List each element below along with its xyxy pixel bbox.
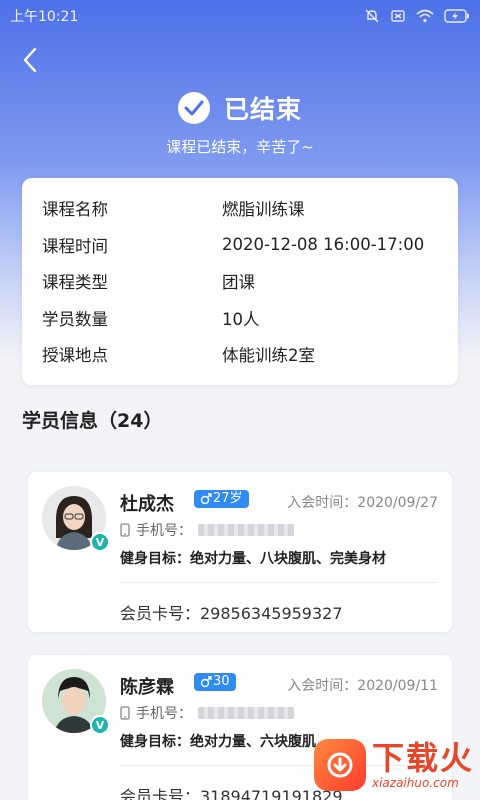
phone-icon	[120, 706, 130, 720]
status-icons	[364, 8, 470, 24]
watermark-logo-icon	[313, 739, 366, 791]
course-info-row: 学员数量 10人	[42, 300, 438, 337]
watermark-title: 下载火	[371, 739, 474, 777]
course-info-card: 课程名称 燃脂训练课 课程时间 2020-12-08 16:00-17:00 课…	[22, 178, 458, 385]
phone-label: 手机号：	[136, 523, 192, 539]
phone-number-masked	[198, 707, 294, 719]
check-circle-icon	[177, 92, 210, 124]
wifi-icon	[416, 9, 434, 23]
info-value: 体能训练2室	[222, 346, 315, 366]
member-age: 30	[213, 674, 230, 689]
phone-label: 手机号：	[136, 706, 192, 722]
course-info-row: 课程时间 2020-12-08 16:00-17:00	[42, 227, 438, 264]
info-value: 10人	[222, 309, 260, 329]
divider	[120, 582, 438, 583]
info-value: 2020-12-08 16:00-17:00	[222, 235, 425, 255]
member-name: 杜成杰	[120, 494, 174, 515]
phone-number-masked	[198, 524, 294, 536]
gender-age-tag: 27岁	[194, 490, 249, 508]
back-button[interactable]	[14, 44, 46, 76]
member-name: 陈彦霖	[120, 677, 174, 698]
page-title-row: 已结束	[0, 90, 480, 126]
fitness-goal: 健身目标：绝对力量、八块腹肌、完美身材	[120, 551, 386, 567]
verified-badge: V	[90, 532, 110, 552]
info-value: 燃脂训练课	[222, 200, 305, 220]
watermark: 下载火 xiazaihuo.com	[280, 730, 480, 800]
page-subtitle: 课程已结束，辛苦了~	[166, 138, 314, 156]
members-section-title: 学员信息（24）	[22, 410, 163, 432]
join-time: 入会时间：2020/09/11	[287, 678, 438, 694]
member-age: 27岁	[213, 491, 243, 506]
watermark-text: 下载火 xiazaihuo.com	[372, 740, 474, 790]
mute-bell-icon	[365, 9, 379, 23]
info-value: 团课	[222, 273, 255, 293]
member-card-number: 会员卡号：29856345959327	[120, 604, 343, 623]
info-key: 学员数量	[42, 309, 108, 329]
phone-row: 手机号：	[120, 520, 294, 540]
info-key: 课程时间	[42, 236, 108, 256]
info-key: 课程名称	[42, 200, 108, 220]
status-bar: 上午10:21	[0, 0, 480, 32]
watermark-domain: xiazaihuo.com	[371, 776, 459, 790]
verified-badge: V	[90, 715, 110, 735]
sim-off-icon	[391, 10, 405, 22]
course-info-row: 授课地点 体能训练2室	[42, 336, 438, 373]
member-card[interactable]: V 杜成杰 27岁 入会时间：2020/09/27 手机号： 健身目标：绝对力量…	[28, 472, 452, 632]
info-key: 课程类型	[42, 273, 108, 293]
status-time: 上午10:21	[10, 9, 79, 25]
male-icon	[200, 493, 212, 505]
avatar[interactable]: V	[42, 486, 110, 552]
course-info-row: 课程名称 燃脂训练课	[42, 190, 438, 227]
gender-age-tag: 30	[194, 673, 236, 691]
page-title: 已结束	[223, 95, 302, 124]
chevron-left-icon	[23, 47, 37, 73]
course-info-row: 课程类型 团课	[42, 263, 438, 300]
male-icon	[200, 676, 212, 688]
phone-row: 手机号：	[120, 703, 294, 723]
avatar[interactable]: V	[42, 669, 110, 735]
battery-icon	[444, 9, 469, 23]
join-time: 入会时间：2020/09/27	[287, 495, 438, 511]
phone-icon	[120, 523, 130, 537]
info-key: 授课地点	[42, 346, 108, 366]
